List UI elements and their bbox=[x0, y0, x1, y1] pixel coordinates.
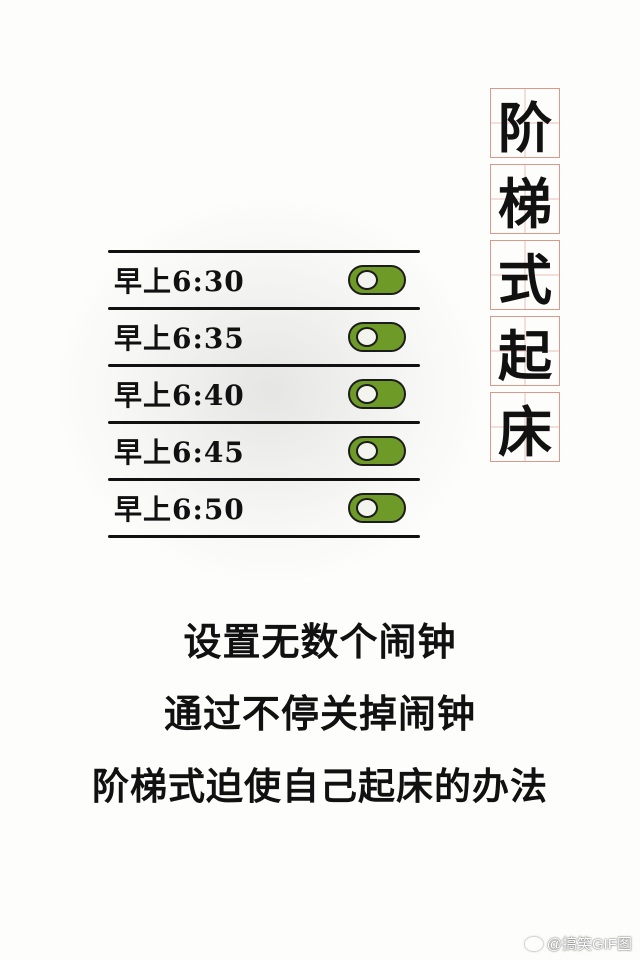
watermark: @搞笑GIF图 bbox=[524, 933, 632, 954]
weibo-icon bbox=[524, 936, 543, 951]
alarm-time: 早上6:35 bbox=[114, 322, 245, 355]
title-char: 床 bbox=[490, 392, 560, 464]
alarm-time: 早上6:50 bbox=[114, 493, 245, 526]
alarm-row[interactable]: 早上6:50 bbox=[108, 481, 420, 535]
caption: 设置无数个闹钟 通过不停关掉闹钟 阶梯式迫使自己起床的办法 bbox=[0, 606, 640, 822]
alarm-list: 早上6:30 早上6:35 早上6:40 早上6:45 早上6:50 bbox=[108, 250, 420, 538]
watermark-text: @搞笑GIF图 bbox=[546, 936, 632, 953]
alarm-row[interactable]: 早上6:40 bbox=[108, 367, 420, 421]
alarm-row[interactable]: 早上6:30 bbox=[108, 253, 420, 307]
alarm-row[interactable]: 早上6:45 bbox=[108, 424, 420, 478]
caption-line: 通过不停关掉闹钟 bbox=[163, 691, 476, 736]
alarm-row[interactable]: 早上6:35 bbox=[108, 310, 420, 364]
alarm-time: 早上6:45 bbox=[114, 436, 245, 469]
toggle-knob bbox=[356, 270, 378, 290]
toggle-knob bbox=[356, 498, 378, 518]
title-char: 式 bbox=[490, 240, 560, 312]
alarm-toggle[interactable] bbox=[348, 379, 406, 409]
title-char: 阶 bbox=[490, 88, 560, 160]
toggle-knob bbox=[356, 384, 378, 404]
toggle-knob bbox=[356, 441, 378, 461]
alarm-time: 早上6:40 bbox=[114, 379, 245, 412]
alarm-toggle[interactable] bbox=[348, 322, 406, 352]
divider bbox=[108, 535, 420, 538]
vertical-title: 阶 梯 式 起 床 bbox=[490, 88, 560, 464]
toggle-knob bbox=[356, 327, 378, 347]
alarm-time: 早上6:30 bbox=[114, 265, 245, 298]
alarm-toggle[interactable] bbox=[348, 265, 406, 295]
title-char: 梯 bbox=[490, 164, 560, 236]
caption-line: 阶梯式迫使自己起床的办法 bbox=[92, 764, 548, 808]
alarm-toggle[interactable] bbox=[348, 493, 406, 523]
title-char: 起 bbox=[490, 316, 560, 388]
caption-line: 设置无数个闹钟 bbox=[183, 619, 457, 664]
alarm-toggle[interactable] bbox=[348, 436, 406, 466]
